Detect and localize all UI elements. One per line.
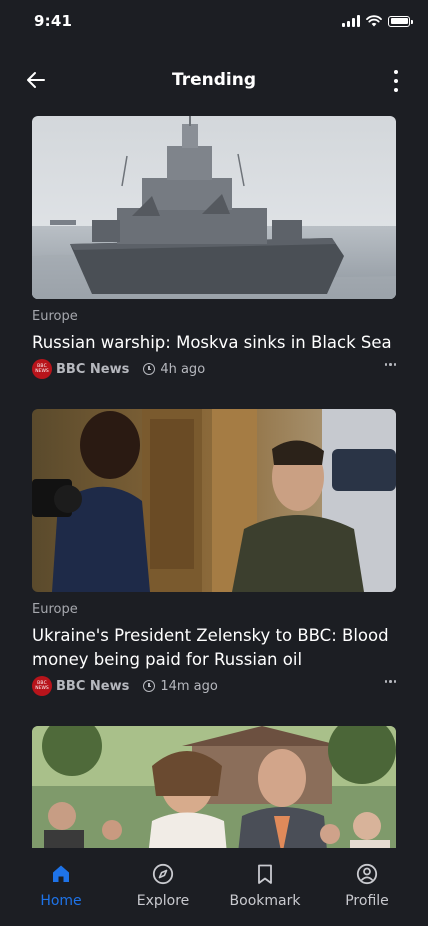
compass-icon [152, 863, 174, 885]
more-horizontal-icon [384, 363, 387, 366]
bbc-news-logo: BBC NEWS [32, 676, 52, 696]
article-meta: BBC NEWS BBC News 4h ago [32, 359, 396, 379]
clock-icon [143, 363, 156, 375]
user-circle-icon [356, 863, 378, 885]
article-card[interactable]: Europe Russian warship: Moskva sinks in … [32, 116, 396, 379]
status-icons [342, 15, 413, 27]
article-source[interactable]: BBC News [56, 362, 129, 377]
tab-home[interactable]: Home [10, 848, 112, 926]
tab-label: Profile [345, 893, 389, 909]
article-thumbnail[interactable] [32, 116, 396, 299]
article-time: 14m ago [160, 678, 218, 694]
tab-explore[interactable]: Explore [112, 848, 214, 926]
more-options-button[interactable] [390, 70, 402, 92]
article-category: Europe [32, 602, 78, 617]
article-headline[interactable]: Ukraine's President Zelensky to BBC: Blo… [32, 624, 396, 672]
article-more-button[interactable] [384, 680, 396, 683]
tab-profile[interactable]: Profile [316, 848, 418, 926]
bbc-news-logo: BBC NEWS [32, 359, 52, 379]
home-icon [53, 865, 69, 882]
tab-bookmark[interactable]: Bookmark [214, 848, 316, 926]
tab-label: Explore [136, 893, 190, 909]
top-app-bar: Trending [0, 58, 428, 102]
article-thumbnail[interactable] [32, 726, 396, 848]
battery-icon [388, 15, 413, 27]
more-vertical-icon [394, 70, 398, 74]
cellular-signal-icon [342, 15, 360, 27]
status-bar: 9:41 [0, 0, 428, 44]
article-category: Europe [32, 309, 78, 324]
clock-icon [143, 680, 156, 692]
status-time: 9:41 [34, 12, 73, 30]
bottom-tab-bar: Home Explore Bookmark Profile [0, 848, 428, 926]
more-horizontal-icon [384, 680, 387, 683]
article-thumbnail[interactable] [32, 409, 396, 592]
article-more-button[interactable] [384, 363, 396, 366]
tab-label: Bookmark [229, 893, 301, 909]
article-card[interactable] [32, 726, 396, 848]
wifi-icon [366, 15, 382, 27]
article-source[interactable]: BBC News [56, 679, 129, 694]
tab-label: Home [40, 893, 82, 909]
page-title: Trending [171, 70, 256, 90]
bookmark-icon [258, 864, 272, 884]
news-feed[interactable]: Europe Russian warship: Moskva sinks in … [32, 116, 396, 848]
article-meta: BBC NEWS BBC News 14m ago [32, 676, 396, 696]
article-card[interactable]: Europe Ukraine's President Zelensky to B… [32, 409, 396, 696]
article-time: 4h ago [160, 361, 206, 377]
article-headline[interactable]: Russian warship: Moskva sinks in Black S… [32, 331, 396, 355]
